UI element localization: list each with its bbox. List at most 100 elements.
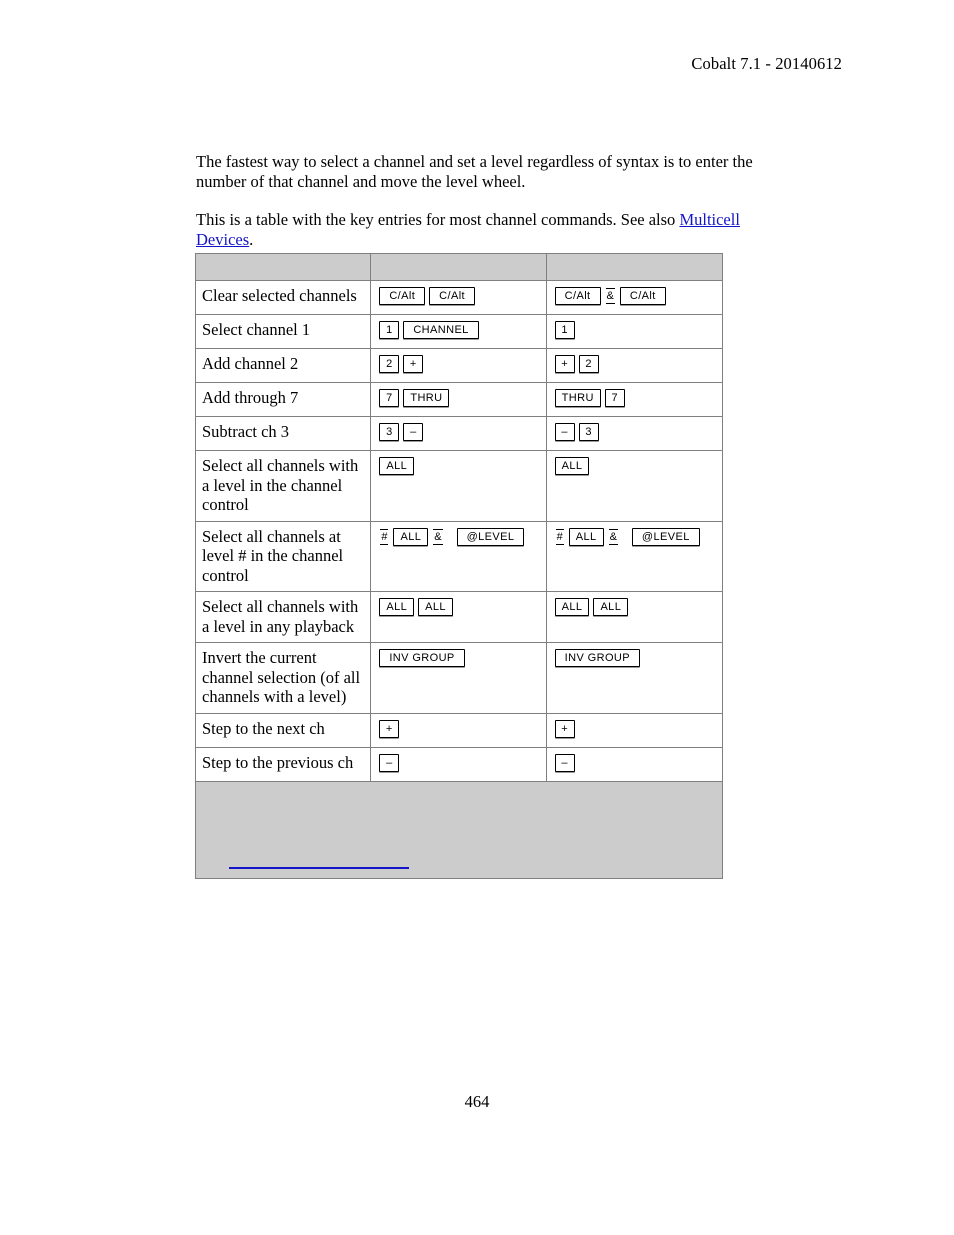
- key-cap: CHANNEL: [403, 321, 479, 339]
- syntax-a-cell: C/Alt C/Alt: [370, 280, 547, 315]
- syntax-a-cell: INV GROUP: [370, 642, 547, 714]
- key-cap: ALL: [554, 457, 590, 475]
- syntax-a-cell: 2 +: [370, 348, 547, 383]
- table-row: Select all channels with a level in any …: [194, 591, 724, 643]
- command-description: Step to the previous ch: [194, 746, 372, 782]
- key-cap: ALL: [379, 598, 415, 616]
- table-header-row: [194, 253, 724, 281]
- key-cap: ALL: [554, 598, 590, 616]
- table-row: Step to the next ch + +: [194, 712, 724, 748]
- command-description: Select all channels with a level in any …: [194, 591, 372, 643]
- syntax-literal: #: [380, 528, 389, 545]
- key-cap: C/Alt: [429, 287, 476, 305]
- syntax-a-cell: ALL: [370, 450, 547, 522]
- table-row: Subtract ch 3 3– –3: [194, 416, 724, 451]
- document-header: Cobalt 7.1 - 20140612: [691, 54, 842, 73]
- footer-link[interactable]: [229, 854, 409, 869]
- syntax-a-cell: –: [370, 746, 547, 782]
- table-lead-text-before: This is a table with the key entries for…: [196, 210, 680, 229]
- table-row: Select all channels with a level in the …: [194, 450, 724, 522]
- syntax-b-cell: ALL: [545, 450, 724, 522]
- key-cap: ALL: [379, 457, 415, 475]
- syntax-a-cell: 1 CHANNEL: [370, 314, 547, 349]
- command-description: Select all channels at level # in the ch…: [194, 520, 372, 592]
- table-header-cell-1: [194, 253, 372, 281]
- syntax-b-cell: –3: [545, 416, 724, 451]
- table-lead-paragraph: This is a table with the key entries for…: [196, 210, 796, 249]
- table-lead-text-after: .: [249, 229, 254, 249]
- key-cap: –: [403, 423, 424, 441]
- key-cap: –: [379, 753, 400, 772]
- command-description: Invert the current channel selection (of…: [194, 642, 372, 714]
- command-description: Subtract ch 3: [194, 416, 372, 451]
- table-row: Add channel 2 2 + +2: [194, 348, 724, 383]
- key-cap: INV GROUP: [379, 649, 465, 667]
- syntax-b-cell: 1: [545, 314, 724, 349]
- table-header-cell-3: [545, 253, 724, 281]
- table-footer-row: [195, 780, 723, 879]
- syntax-literal: #: [555, 528, 564, 545]
- intro-paragraph: The fastest way to select a channel and …: [196, 152, 753, 191]
- command-description: Clear selected channels: [194, 280, 372, 315]
- syntax-b-cell: INV GROUP: [545, 642, 724, 714]
- table-row: Invert the current channel selection (of…: [194, 642, 724, 714]
- key-cap: 7: [379, 389, 400, 407]
- key-cap: 3: [379, 423, 400, 441]
- key-cap: ALL: [593, 598, 629, 616]
- syntax-b-cell: # ALL & @LEVEL: [545, 520, 724, 592]
- key-cap: –: [554, 753, 575, 772]
- key-cap: 3: [578, 423, 599, 441]
- key-cap: +: [554, 719, 575, 738]
- command-description: Add through 7: [194, 382, 372, 417]
- command-description: Step to the next ch: [194, 712, 372, 748]
- key-cap: INV GROUP: [554, 649, 640, 667]
- key-cap: C/Alt: [379, 287, 426, 305]
- command-description: Select channel 1: [194, 314, 372, 349]
- command-description: Select all channels with a level in the …: [194, 450, 372, 522]
- syntax-a-cell: ALL ALL: [370, 591, 547, 643]
- command-description: Add channel 2: [194, 348, 372, 383]
- syntax-b-cell: ALL ALL: [545, 591, 724, 643]
- syntax-a-cell: 7 THRU: [370, 382, 547, 417]
- table-row: Select channel 1 1 CHANNEL 1: [194, 314, 724, 349]
- key-cap: 1: [379, 321, 400, 339]
- key-cap: +: [403, 355, 424, 373]
- syntax-b-cell: C/Alt & C/Alt: [545, 280, 724, 315]
- table-row: Step to the previous ch – –: [194, 746, 724, 782]
- syntax-b-cell: +2: [545, 348, 724, 383]
- syntax-a-cell: 3–: [370, 416, 547, 451]
- syntax-literal: &: [433, 528, 443, 545]
- key-cap: C/Alt: [554, 287, 601, 305]
- syntax-literal: &: [605, 288, 615, 304]
- table-footer-cell: [195, 780, 723, 879]
- key-cap: +: [554, 355, 575, 373]
- key-cap: 1: [554, 321, 575, 339]
- syntax-a-cell: +: [370, 712, 547, 748]
- key-cap: @LEVEL: [631, 527, 700, 546]
- key-cap: THRU: [403, 389, 450, 407]
- key-cap: +: [379, 719, 400, 738]
- document-body: The fastest way to select a channel and …: [196, 152, 796, 249]
- table-row: Add through 7 7 THRU THRU 7: [194, 382, 724, 417]
- key-cap: ALL: [568, 527, 604, 546]
- document-page: Cobalt 7.1 - 20140612 The fastest way to…: [0, 0, 954, 1235]
- key-cap: ALL: [418, 598, 453, 616]
- key-cap: ALL: [393, 527, 429, 546]
- key-cap: 2: [379, 355, 400, 373]
- channel-command-key-table: Clear selected channels C/Alt C/Alt C/Alt & C…: [194, 253, 724, 879]
- page-number: 464: [464, 1092, 490, 1111]
- key-cap: –: [554, 423, 575, 441]
- key-cap: C/Alt: [619, 287, 666, 305]
- syntax-a-cell: # ALL & @LEVEL: [370, 520, 547, 592]
- table-row: Select all channels at level # in the ch…: [194, 520, 724, 592]
- key-cap: 7: [604, 389, 625, 407]
- key-cap: 2: [578, 355, 599, 373]
- table-row: Clear selected channels C/Alt C/Alt C/Alt & C…: [194, 280, 724, 315]
- key-cap: THRU: [554, 389, 601, 407]
- syntax-b-cell: +: [545, 712, 724, 748]
- key-cap: @LEVEL: [456, 527, 525, 546]
- syntax-literal: &: [608, 528, 618, 545]
- syntax-b-cell: –: [545, 746, 724, 782]
- table-header-cell-2: [370, 253, 547, 281]
- syntax-b-cell: THRU 7: [545, 382, 724, 417]
